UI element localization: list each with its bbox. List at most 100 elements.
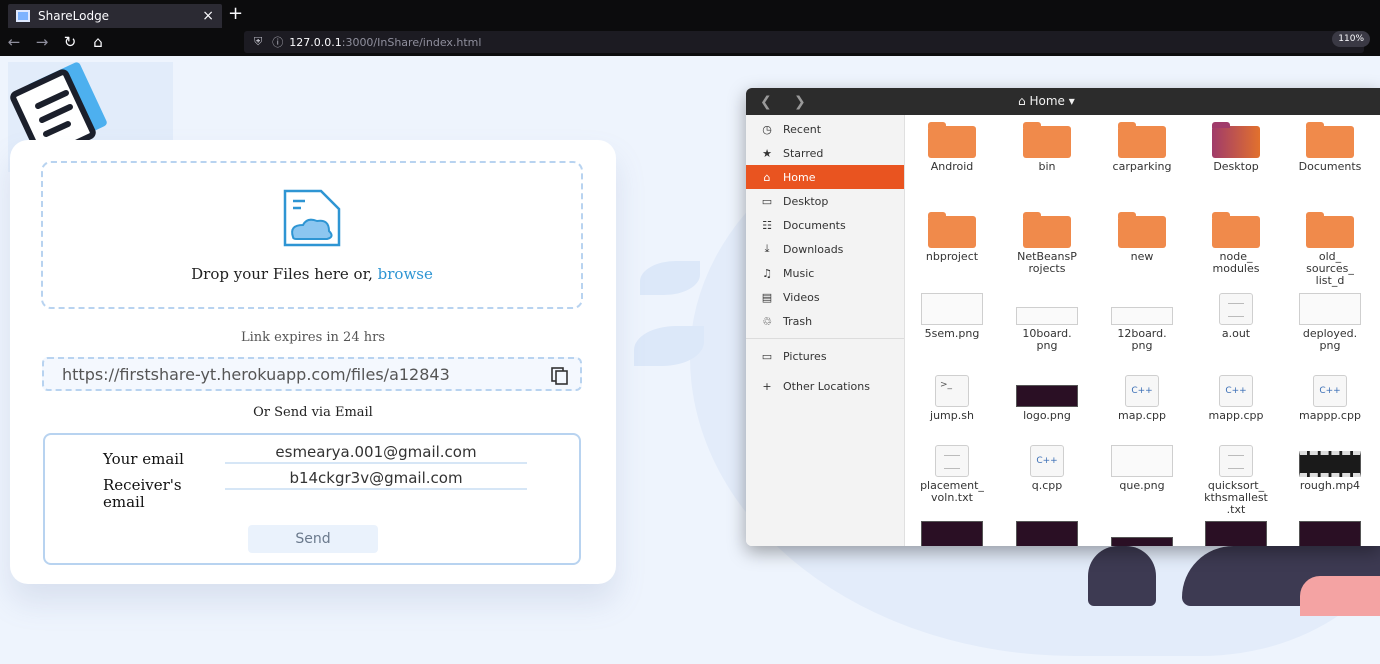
image-thumbnail-icon [1095,307,1189,325]
file-grid: Android bin carparking Desktop Documents nbpr… [906,115,1380,546]
url-bar[interactable]: ⛨ ⓘ 127.0.0.1 :3000/InShare/index.html [244,31,1364,53]
folder-icon [1095,211,1189,248]
shield-icon[interactable]: ⛨ [254,35,262,49]
sidebar-item-other-locations[interactable]: + Other Locations [746,374,904,398]
file-item[interactable]: bin [1000,121,1094,173]
new-tab-button[interactable]: + [228,3,243,24]
videos-icon: ▤ [761,290,773,304]
file-item[interactable]: quicksort_ kthsmallest .txt [1189,445,1283,516]
file-item[interactable]: 12board. png [1095,293,1189,352]
file-name: jump.sh [930,409,974,422]
chevron-down-icon: ▾ [1068,94,1075,108]
sidebar-item-label: Home [783,170,816,184]
file-item[interactable]: Android [905,121,999,173]
music-icon: ♫ [762,266,772,280]
sidebar-item-documents[interactable]: ☷ Documents [746,213,904,237]
reload-icon[interactable]: ↻ [56,33,84,51]
file-item[interactable]: NetBeansP rojects [1000,211,1094,275]
file-item[interactable]: rough.mp4 [1283,445,1377,492]
email-form: Your email Receiver's email Send [43,433,581,565]
sidebar-item-label: Videos [783,290,820,304]
tab-close-button[interactable]: × [202,8,214,24]
file-manager-titlebar: ❮ ❯ ⌂ Home ▾ [746,88,1380,115]
file-item[interactable]: old_ sources_ list_d [1283,211,1377,287]
fm-back-icon[interactable]: ❮ [760,94,780,110]
sidebar-item-home[interactable]: ⌂ Home [746,165,904,189]
cpp-file-icon: C++ [1095,375,1189,407]
browse-link[interactable]: browse [378,265,433,283]
file-item[interactable]: que.png [1095,445,1189,492]
file-item[interactable]: carparking [1095,121,1189,173]
folder-icon [1189,211,1283,248]
receiver-email-input[interactable] [225,469,527,490]
sidebar-item-label: Starred [783,146,824,160]
file-name: bin [1038,160,1056,173]
image-thumbnail-icon [905,293,999,325]
file-item[interactable]: Screenshot [1283,521,1377,546]
file-item[interactable]: node_ modules [1189,211,1283,275]
file-name: Android [930,160,974,173]
sidebar-item-starred[interactable]: ★ Starred [746,141,904,165]
file-item[interactable]: C++ mappp.cpp [1283,375,1377,422]
browser-tab-bar: ShareLodge × + [0,0,1380,28]
file-name: carparking [1112,160,1172,173]
home-icon: ⌂ [1018,94,1026,108]
browser-nav-bar: ← → ↻ ⌂ ⛨ ⓘ 127.0.0.1 :3000/InShare/inde… [0,28,1380,56]
file-name: node_ modules [1212,250,1260,275]
your-email-input[interactable] [225,443,527,464]
file-name: q.cpp [1031,479,1063,492]
file-item[interactable]: nbproject [905,211,999,263]
image-thumbnail-icon [1000,385,1094,407]
link-expiry-note: Link expires in 24 hrs [241,330,385,345]
file-item[interactable]: logo.png [1000,375,1094,422]
forward-icon[interactable]: → [28,33,56,51]
file-item[interactable]: Screenshot [905,521,999,546]
leaf-decoration [640,261,700,295]
send-button[interactable]: Send [248,525,378,553]
file-item[interactable]: Documents [1283,121,1377,173]
browser-tab[interactable]: ShareLodge × [8,4,222,28]
text-file-icon [905,445,999,477]
sidebar-item-trash[interactable]: ♲ Trash [746,309,904,333]
folder-icon [1189,121,1283,158]
fm-path-button[interactable]: ⌂ Home ▾ [1018,94,1075,108]
back-icon[interactable]: ← [0,33,28,51]
sidebar-item-label: Downloads [783,242,844,256]
home-icon[interactable]: ⌂ [84,33,112,51]
sidebar-item-recent[interactable]: ◷ Recent [746,117,904,141]
folder-icon [905,121,999,158]
sidebar-item-label: Pictures [783,349,827,363]
file-item[interactable]: C++ map.cpp [1095,375,1189,422]
file-item[interactable]: 5sem.png [905,293,999,340]
fm-forward-icon[interactable]: ❯ [794,94,814,110]
sidebar-item-downloads[interactable]: ⤓ Downloads [746,237,904,261]
file-item[interactable]: placement_ voln.txt [905,445,999,504]
info-icon[interactable]: ⓘ [272,34,283,50]
receiver-email-label: Receiver's email [103,476,182,511]
file-item[interactable]: C++ mapp.cpp [1189,375,1283,422]
sidebar-item-music[interactable]: ♫ Music [746,261,904,285]
file-item[interactable]: deployed. png [1283,293,1377,352]
page: Drop your Files here or, browse Link exp… [0,56,1380,664]
sidebar-item-desktop[interactable]: ▭ Desktop [746,189,904,213]
file-item[interactable]: 10board. png [1000,293,1094,352]
share-link[interactable]: https://firstshare-yt.herokuapp.com/file… [62,365,450,384]
sidebar-separator [746,338,904,339]
favicon-icon [16,10,30,22]
sidebar-item-pictures[interactable]: ▭ Pictures [746,344,904,368]
file-item[interactable]: Desktop [1189,121,1283,173]
trash-icon: ♲ [762,314,772,328]
sidebar-item-videos[interactable]: ▤ Videos [746,285,904,309]
file-item[interactable]: C++ q.cpp [1000,445,1094,492]
drop-zone[interactable]: Drop your Files here or, browse [41,161,583,309]
file-item[interactable]: >_ jump.sh [905,375,999,422]
file-item[interactable]: Screenshot [1095,521,1189,546]
file-item[interactable]: a.out [1189,293,1283,340]
zoom-badge[interactable]: 110% [1332,31,1370,47]
drop-text: Drop your Files here or, [191,265,378,283]
screenshot-thumbnail-icon [1000,521,1094,546]
file-item[interactable]: Screenshot [1000,521,1094,546]
file-item[interactable]: Screenshot [1189,521,1283,546]
copy-icon[interactable] [550,366,570,386]
file-item[interactable]: new [1095,211,1189,263]
